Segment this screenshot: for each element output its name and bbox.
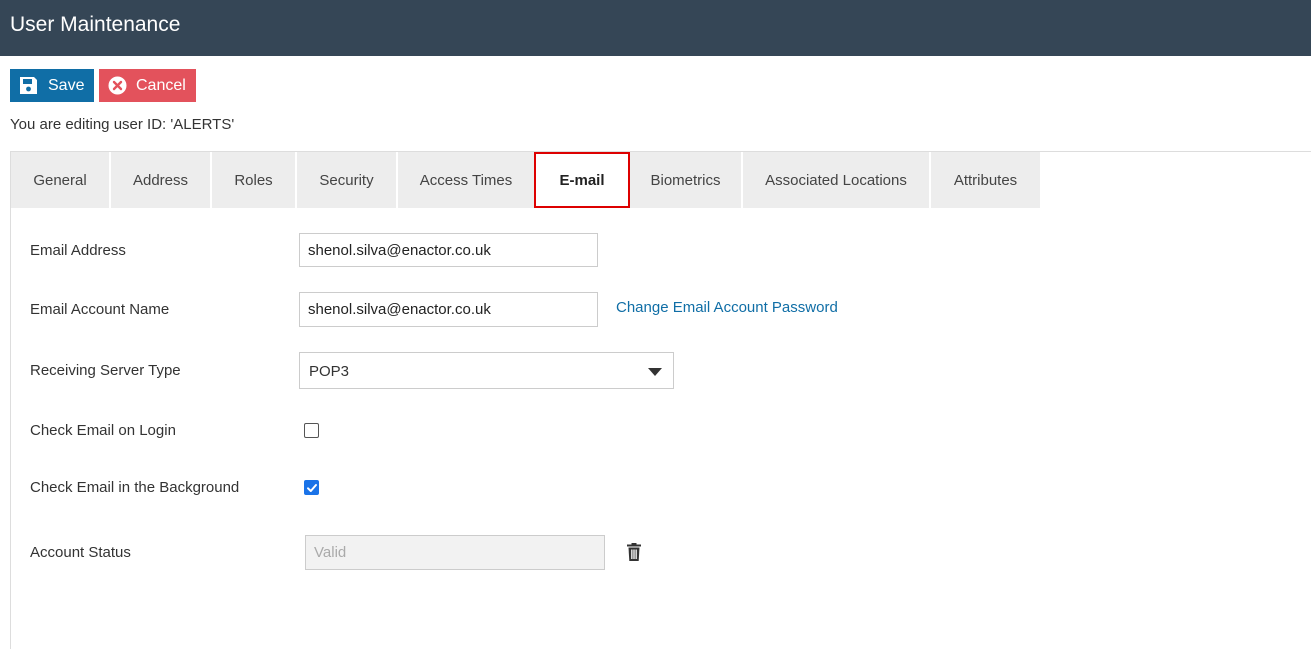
tab-associated-locations[interactable]: Associated Locations	[743, 152, 929, 208]
receiving-server-type-value: POP3	[309, 363, 350, 380]
receiving-server-type-label: Receiving Server Type	[30, 362, 181, 379]
account-status-input: Valid	[305, 535, 605, 570]
tab-attributes[interactable]: Attributes	[931, 152, 1040, 208]
tab-label: Associated Locations	[765, 171, 907, 189]
email-account-name-value: shenol.silva@enactor.co.uk	[308, 301, 491, 318]
save-button[interactable]: Save	[10, 69, 94, 102]
tab-label: Security	[319, 171, 374, 189]
account-status-placeholder: Valid	[314, 544, 347, 561]
close-circle-icon	[108, 76, 127, 95]
title-bar: User Maintenance	[0, 0, 1311, 56]
check-email-background-label: Check Email in the Background	[30, 479, 240, 496]
tab-label: Biometrics	[650, 171, 721, 189]
tab-label: Attributes	[953, 171, 1018, 189]
tab-access-times[interactable]: Access Times	[398, 152, 534, 208]
trash-icon[interactable]	[626, 543, 642, 561]
cancel-button[interactable]: Cancel	[99, 69, 196, 102]
tab-label: Address	[132, 171, 189, 189]
page-title: User Maintenance	[10, 13, 181, 36]
tab-address[interactable]: Address	[111, 152, 210, 208]
save-button-label: Save	[48, 77, 85, 94]
tab-biometrics[interactable]: Biometrics	[630, 152, 741, 208]
tab-security[interactable]: Security	[297, 152, 396, 208]
floppy-disk-icon	[20, 77, 37, 94]
email-address-value: shenol.silva@enactor.co.uk	[308, 241, 491, 259]
email-account-name-input[interactable]: shenol.silva@enactor.co.uk	[299, 292, 598, 327]
receiving-server-type-select[interactable]: POP3	[299, 352, 674, 389]
tab-label: General	[33, 171, 87, 189]
check-email-on-login-checkbox[interactable]	[304, 423, 319, 438]
change-email-password-link[interactable]: Change Email Account Password	[616, 299, 838, 316]
tab-label: Access Times	[419, 171, 513, 189]
cancel-button-label: Cancel	[136, 77, 186, 94]
tab-label: Roles	[234, 171, 273, 189]
check-email-on-login-label: Check Email on Login	[30, 422, 176, 439]
email-address-input[interactable]: shenol.silva@enactor.co.uk	[299, 233, 598, 267]
caret-down-icon	[648, 368, 662, 376]
tab-roles[interactable]: Roles	[212, 152, 295, 208]
check-email-background-checkbox[interactable]	[304, 480, 319, 495]
tab-label: E-mail	[559, 171, 605, 189]
editing-user-message: You are editing user ID: 'ALERTS'	[10, 116, 235, 133]
email-account-name-label: Email Account Name	[30, 301, 170, 318]
email-address-label: Email Address	[30, 242, 126, 259]
tab-general[interactable]: General	[11, 152, 109, 208]
checkmark-icon	[307, 484, 317, 492]
tab-email[interactable]: E-mail	[534, 152, 630, 208]
account-status-label: Account Status	[30, 544, 131, 561]
panel-left-border	[10, 151, 11, 649]
